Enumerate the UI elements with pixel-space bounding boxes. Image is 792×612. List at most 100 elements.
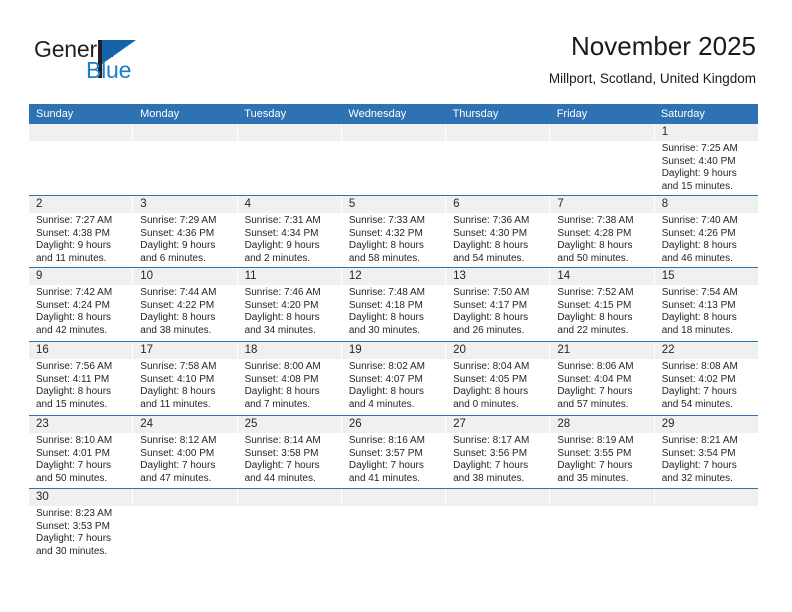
day-number: 16 (36, 344, 49, 356)
day-cell[interactable]: 7 Sunrise: 7:38 AM Sunset: 4:28 PM Daylight… (550, 196, 655, 267)
sunset-text: Sunset: 3:53 PM (36, 520, 110, 532)
day-number: 17 (140, 344, 154, 356)
day-cell[interactable]: 12 Sunrise: 7:48 AM Sunset: 4:18 PM Dayligh… (341, 268, 447, 341)
daylight-text-line1: Daylight: 8 hours (140, 312, 216, 324)
daylight-text-line2: and 35 minutes. (557, 472, 629, 484)
day-number: 18 (244, 344, 258, 356)
day-cell[interactable]: 27 Sunrise: 8:17 AM Sunset: 3:56 PM Dayligh… (446, 416, 551, 488)
day-number: 22 (661, 344, 675, 356)
sunrise-text: Sunrise: 8:19 AM (557, 435, 634, 446)
day-cell[interactable]: 14 Sunrise: 7:52 AM Sunset: 4:15 PM Dayligh… (550, 268, 655, 341)
weekday-header-monday: Monday (140, 108, 180, 120)
day-cell[interactable]: 30 Sunrise: 8:23 AM Sunset: 3:53 PM Dayligh… (29, 489, 134, 562)
day-sun-info: Sunrise: 8:21 AM Sunset: 3:54 PM Daylight:… (655, 433, 758, 485)
day-sun-info: Sunrise: 8:00 AM Sunset: 4:08 PM Daylight:… (238, 359, 341, 411)
day-cell[interactable]: 28 Sunrise: 8:19 AM Sunset: 3:55 PM Dayligh… (550, 416, 655, 488)
day-cell[interactable]: 10 Sunrise: 7:44 AM Sunset: 4:22 PM Dayligh… (133, 268, 238, 341)
day-cell[interactable]: 4 Sunrise: 7:31 AM Sunset: 4:34 PM Daylight… (237, 196, 342, 267)
day-cell[interactable]: 19 Sunrise: 8:02 AM Sunset: 4:07 PM Dayligh… (341, 342, 447, 415)
sunset-text: Sunset: 4:26 PM (661, 227, 736, 239)
day-cell[interactable]: 3 Sunrise: 7:29 AM Sunset: 4:36 PM Daylight… (133, 196, 238, 267)
day-sun-info: Sunrise: 8:23 AM Sunset: 3:53 PM Daylight:… (29, 506, 132, 558)
day-cell[interactable]: 22 Sunrise: 8:08 AM Sunset: 4:02 PM Dayligh… (654, 342, 758, 415)
sunrise-text: Sunrise: 7:25 AM (661, 143, 738, 154)
sunrise-text: Sunrise: 8:02 AM (348, 361, 425, 372)
daylight-text-line2: and 30 minutes. (348, 324, 421, 336)
sunset-text: Sunset: 4:34 PM (244, 227, 319, 239)
weekday-header-sunday: Sunday (36, 108, 74, 120)
daylight-text-line1: Daylight: 8 hours (36, 312, 112, 324)
day-cell[interactable]: 16 Sunrise: 7:56 AM Sunset: 4:11 PM Dayligh… (29, 342, 134, 415)
day-sun-info: Sunrise: 7:40 AM Sunset: 4:26 PM Daylight:… (655, 213, 758, 265)
calendar-week-row: 30 Sunrise: 8:23 AM Sunset: 3:53 PM Dayligh… (29, 489, 758, 562)
day-cell[interactable]: 18 Sunrise: 8:00 AM Sunset: 4:08 PM Dayligh… (237, 342, 342, 415)
day-cell[interactable]: 21 Sunrise: 8:06 AM Sunset: 4:04 PM Dayligh… (550, 342, 655, 415)
weekday-header-saturday: Saturday (660, 108, 705, 120)
day-sun-info: Sunrise: 7:58 AM Sunset: 4:10 PM Daylight:… (133, 359, 236, 411)
day-cell[interactable]: 26 Sunrise: 8:16 AM Sunset: 3:57 PM Dayligh… (341, 416, 447, 488)
day-cell[interactable]: 13 Sunrise: 7:50 AM Sunset: 4:17 PM Dayligh… (446, 268, 551, 341)
sunrise-text: Sunrise: 8:21 AM (661, 435, 738, 446)
daylight-text-line2: and 30 minutes. (36, 545, 108, 557)
sunset-text: Sunset: 4:07 PM (348, 373, 423, 385)
general-blue-logo[interactable]: General Blue (34, 36, 164, 86)
day-cell[interactable]: 24 Sunrise: 8:12 AM Sunset: 4:00 PM Dayligh… (133, 416, 238, 488)
sunrise-text: Sunrise: 7:52 AM (557, 287, 634, 298)
weekday-header-thursday: Thursday (452, 108, 499, 120)
logo-text-blue: Blue (86, 57, 132, 83)
day-number: 6 (453, 198, 460, 210)
sunset-text: Sunset: 4:01 PM (36, 447, 110, 459)
day-cell[interactable]: 2 Sunrise: 7:27 AM Sunset: 4:38 PM Daylight… (29, 196, 134, 267)
day-sun-info: Sunrise: 7:44 AM Sunset: 4:22 PM Daylight:… (133, 285, 236, 337)
sunrise-text: Sunrise: 7:56 AM (36, 361, 113, 372)
day-number-band (446, 489, 550, 506)
day-number-band (133, 124, 237, 141)
daylight-text-line2: and 26 minutes. (453, 324, 525, 336)
day-cell-empty (133, 489, 238, 562)
calendar-week-row: 23 Sunrise: 8:10 AM Sunset: 4:01 PM Dayligh… (29, 416, 758, 489)
day-cell[interactable]: 1 Sunrise: 7:25 AM Sunset: 4:40 PM Daylight… (654, 124, 758, 195)
day-number-band (550, 489, 654, 506)
day-cell[interactable]: 8 Sunrise: 7:40 AM Sunset: 4:26 PM Daylight… (654, 196, 758, 267)
sunrise-text: Sunrise: 7:54 AM (661, 287, 738, 298)
day-number: 10 (140, 270, 154, 282)
day-cell-empty (237, 124, 342, 195)
calendar-week-row: 1 Sunrise: 7:25 AM Sunset: 4:40 PM Daylight… (29, 124, 758, 196)
day-cell[interactable]: 6 Sunrise: 7:36 AM Sunset: 4:30 PM Daylight… (446, 196, 551, 267)
day-sun-info: Sunrise: 8:14 AM Sunset: 3:58 PM Daylight:… (238, 433, 341, 485)
daylight-text-line2: and 57 minutes. (557, 398, 629, 410)
sunrise-text: Sunrise: 8:06 AM (557, 361, 634, 372)
daylight-text-line2: and 32 minutes. (661, 472, 733, 484)
day-number: 5 (348, 198, 356, 210)
daylight-text-line2: and 38 minutes. (140, 324, 212, 336)
day-cell[interactable]: 5 Sunrise: 7:33 AM Sunset: 4:32 PM Daylight… (341, 196, 447, 267)
sunset-text: Sunset: 4:05 PM (453, 373, 528, 385)
daylight-text-line2: and 7 minutes. (244, 398, 311, 410)
daylight-text-line1: Daylight: 8 hours (244, 312, 320, 324)
day-cell[interactable]: 25 Sunrise: 8:14 AM Sunset: 3:58 PM Dayligh… (237, 416, 342, 488)
day-sun-info: Sunrise: 8:19 AM Sunset: 3:55 PM Daylight:… (550, 433, 653, 485)
page-subtitle: Millport, Scotland, United Kingdom (548, 71, 756, 86)
day-cell[interactable]: 29 Sunrise: 8:21 AM Sunset: 3:54 PM Dayligh… (654, 416, 758, 488)
day-cell-empty (341, 489, 447, 562)
day-sun-info: Sunrise: 7:56 AM Sunset: 4:11 PM Daylight:… (29, 359, 132, 411)
sunset-text: Sunset: 4:13 PM (661, 299, 736, 311)
weekday-header-tuesday: Tuesday (244, 108, 287, 120)
day-cell[interactable]: 23 Sunrise: 8:10 AM Sunset: 4:01 PM Dayligh… (29, 416, 134, 488)
daylight-text-line2: and 54 minutes. (453, 252, 525, 264)
sunrise-text: Sunrise: 7:27 AM (36, 215, 113, 226)
daylight-text-line1: Daylight: 7 hours (140, 460, 216, 472)
day-number: 4 (244, 198, 251, 210)
sunset-text: Sunset: 3:54 PM (661, 447, 736, 459)
sunset-text: Sunset: 4:28 PM (557, 227, 632, 239)
day-cell[interactable]: 17 Sunrise: 7:58 AM Sunset: 4:10 PM Dayligh… (133, 342, 238, 415)
daylight-text-line2: and 11 minutes. (140, 398, 211, 410)
day-number-band (341, 124, 446, 141)
day-number-band (237, 124, 341, 141)
day-cell[interactable]: 9 Sunrise: 7:42 AM Sunset: 4:24 PM Daylight… (29, 268, 134, 341)
day-cell[interactable]: 20 Sunrise: 8:04 AM Sunset: 4:05 PM Dayligh… (446, 342, 551, 415)
sunset-text: Sunset: 4:18 PM (348, 299, 423, 311)
daylight-text-line1: Daylight: 7 hours (36, 533, 112, 545)
day-cell[interactable]: 11 Sunrise: 7:46 AM Sunset: 4:20 PM Dayligh… (237, 268, 342, 341)
day-cell[interactable]: 15 Sunrise: 7:54 AM Sunset: 4:13 PM Dayligh… (654, 268, 758, 341)
